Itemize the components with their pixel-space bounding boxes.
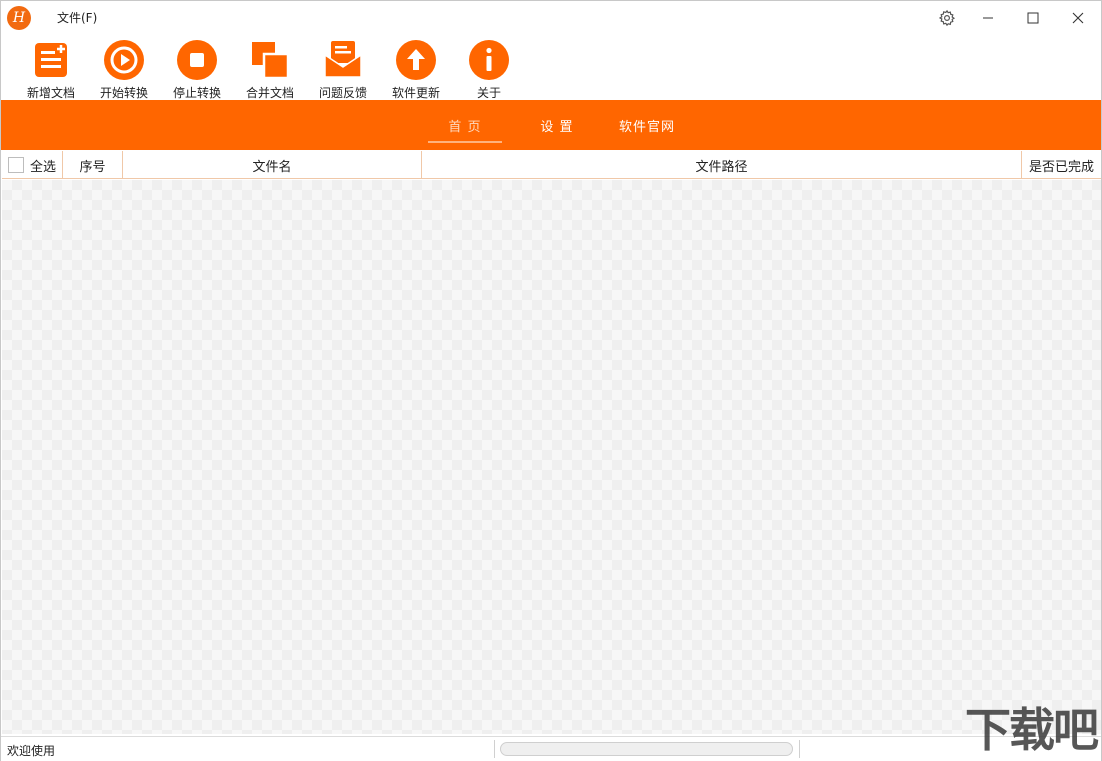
table-header: 全选 序号 文件名 文件路径 是否已完成 <box>2 151 1101 179</box>
select-all-checkbox[interactable] <box>7 157 24 173</box>
close-button[interactable] <box>1063 5 1093 31</box>
merge-icon <box>249 39 291 81</box>
maximize-button[interactable] <box>1018 5 1048 31</box>
active-tab-indicator <box>428 141 502 143</box>
status-separator <box>799 740 800 758</box>
settings-gear-icon[interactable] <box>932 5 962 31</box>
app-window: H 文件(F) 新增文档 开始转换 停止转换 合并文档 问题反馈 软件更新 关于… <box>0 0 1102 761</box>
play-icon <box>103 39 145 81</box>
menu-file[interactable]: 文件(F) <box>57 9 97 26</box>
status-bar: 欢迎使用 <box>1 736 1101 761</box>
about-label: 关于 <box>476 86 501 100</box>
about-button[interactable]: 关于 <box>459 39 519 100</box>
add-document-label: 新增文档 <box>26 86 75 100</box>
merge-document-button[interactable]: 合并文档 <box>240 39 300 100</box>
stop-convert-label: 停止转换 <box>172 86 221 100</box>
stop-icon <box>176 39 218 81</box>
column-header-filepath: 文件路径 <box>422 151 1022 179</box>
start-convert-button[interactable]: 开始转换 <box>94 39 154 100</box>
conversion-progress-bar <box>500 742 793 756</box>
software-update-label: 软件更新 <box>391 86 440 100</box>
select-all-header[interactable]: 全选 <box>2 151 63 179</box>
tab-settings[interactable]: 设 置 <box>522 100 592 150</box>
column-header-completed: 是否已完成 <box>1028 159 1094 175</box>
feedback-label: 问题反馈 <box>318 86 367 100</box>
feedback-icon <box>322 39 364 81</box>
select-all-label: 全选 <box>29 159 56 175</box>
nav-bar: 首 页 设 置 软件官网 <box>1 100 1101 150</box>
status-separator <box>494 740 495 758</box>
title-bar: H 文件(F) <box>1 1 1101 35</box>
software-update-button[interactable]: 软件更新 <box>386 39 446 100</box>
status-message: 欢迎使用 <box>7 744 56 758</box>
toolbar: 新增文档 开始转换 停止转换 合并文档 问题反馈 软件更新 关于 <box>1 35 1101 100</box>
column-header-filename: 文件名 <box>123 151 422 179</box>
feedback-button[interactable]: 问题反馈 <box>313 39 373 100</box>
tab-official-website[interactable]: 软件官网 <box>607 100 687 150</box>
stop-convert-button[interactable]: 停止转换 <box>167 39 227 100</box>
column-header-index: 序号 <box>63 151 123 179</box>
app-logo: H <box>7 6 31 30</box>
minimize-button[interactable] <box>973 5 1003 31</box>
update-icon <box>395 39 437 81</box>
watermark-logo: 下载吧 <box>965 703 1099 757</box>
add-document-button[interactable]: 新增文档 <box>21 39 81 100</box>
info-icon <box>468 39 510 81</box>
add-document-icon <box>30 39 72 81</box>
merge-document-label: 合并文档 <box>245 86 294 100</box>
file-list[interactable] <box>2 180 1101 734</box>
start-convert-label: 开始转换 <box>99 86 148 100</box>
